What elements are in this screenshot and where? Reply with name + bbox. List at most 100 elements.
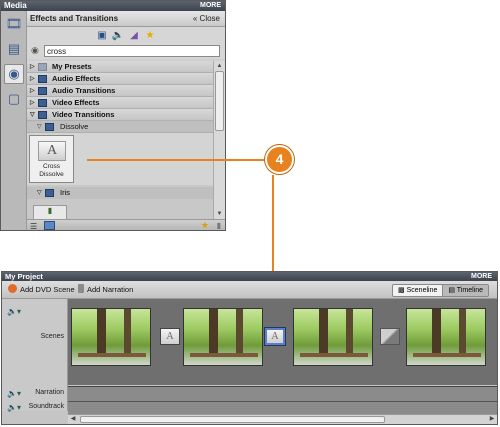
cross-dissolve-thumbnail[interactable]: A Cross Dissolve (29, 135, 74, 183)
scene-clip[interactable] (406, 308, 486, 366)
panel-title: Effects and Transitions (30, 14, 119, 23)
close-button[interactable]: « Close (193, 11, 220, 27)
tree-item-iris[interactable]: ▽ Iris (27, 187, 213, 199)
tree-item-label: Audio Transitions (52, 86, 116, 95)
clip-image-detail (432, 309, 441, 354)
clip-image-detail (124, 309, 131, 357)
speaker-icon[interactable]: 🔈▾ (7, 403, 21, 412)
tree-item-label: Dissolve (60, 122, 89, 131)
tree-item-video-transitions[interactable]: ▽ Video Transitions (27, 109, 213, 121)
soundtrack-track[interactable] (68, 401, 497, 414)
effects-transitions-header: Effects and Transitions « Close (27, 11, 225, 27)
cross-dissolve-label: Cross Dissolve (39, 163, 64, 178)
project-title: My Project (5, 272, 43, 281)
dvd-scene-icon (8, 284, 17, 293)
list-view-icon[interactable]: ☰ (30, 222, 37, 230)
clip-image-detail (346, 309, 353, 357)
collapse-arrow-icon[interactable]: ▽ (37, 121, 42, 133)
scene-clip[interactable] (293, 308, 373, 366)
scroll-down-icon[interactable]: ▼ (214, 209, 225, 219)
project-icon[interactable]: ▤ (4, 39, 24, 59)
soundtrack-label: Soundtrack (28, 403, 64, 410)
disc-menu-icon[interactable]: ▢ (4, 89, 24, 109)
trash-icon[interactable]: ▮ (217, 221, 221, 230)
expand-arrow-icon[interactable]: ▷ (30, 73, 35, 85)
clip-image-detail (190, 353, 258, 357)
scroll-thumb[interactable] (215, 71, 224, 131)
add-dvd-scene-label: Add DVD Scene (20, 285, 75, 294)
thumbnail-view-icon[interactable] (44, 221, 55, 230)
clip-image-detail (78, 353, 146, 357)
project-scrollbar[interactable]: ◀ ▶ (68, 414, 497, 424)
scene-clip[interactable] (183, 308, 263, 366)
media-more-button[interactable]: MORE (200, 1, 221, 11)
preset-icon (38, 63, 47, 71)
project-toolbar: Add DVD Scene Add Narration ▩ Sceneline … (2, 281, 497, 299)
sceneline-label: Sceneline (406, 287, 438, 294)
tree-item-audio-transitions[interactable]: ▷ Audio Transitions (27, 85, 213, 97)
favorite-star-icon[interactable]: ★ (201, 220, 209, 230)
tree-item-label: Iris (60, 188, 70, 197)
media-footer: ☰ ★ ▮ (27, 219, 225, 230)
search-row: ◉ (27, 43, 225, 59)
clip-image-detail (319, 309, 328, 354)
video-effects-icon (38, 99, 47, 107)
transition-slot[interactable]: A (160, 328, 180, 345)
transition-filter-icon[interactable]: ◢ (129, 30, 139, 41)
tree-scrollbar[interactable]: ▲ ▼ (213, 61, 225, 219)
collapse-arrow-icon[interactable]: ▽ (30, 109, 35, 121)
filter-bar: ▣ 🔈 ◢ ★ (27, 27, 225, 43)
clip-image-detail (300, 353, 368, 357)
audio-effects-icon (38, 75, 47, 83)
tree-item-my-presets[interactable]: ▷ My Presets (27, 61, 213, 73)
sceneline-button[interactable]: ▩ Sceneline (393, 285, 443, 296)
media-left-toolbar: 🎞 ▤ ◉ ▢ (1, 11, 27, 230)
transition-glyph-icon: A (38, 141, 66, 161)
expand-arrow-icon[interactable]: ▷ (30, 61, 35, 73)
organizer-icon[interactable]: 🎞 (4, 14, 24, 34)
scroll-left-icon[interactable]: ◀ (68, 415, 78, 424)
video-filter-icon[interactable]: ▣ (97, 30, 107, 41)
iris-folder-icon (45, 189, 54, 197)
project-more-button[interactable]: MORE (471, 272, 492, 281)
expand-arrow-icon[interactable]: ▷ (30, 97, 35, 109)
video-transitions-icon (38, 111, 47, 119)
collapse-arrow-icon[interactable]: ▽ (37, 187, 42, 199)
search-icon: ◉ (31, 45, 39, 55)
dissolve-folder-icon (45, 123, 54, 131)
clip-image-detail (236, 309, 243, 357)
scroll-thumb[interactable] (80, 416, 385, 423)
scroll-up-icon[interactable]: ▲ (214, 61, 225, 71)
media-title: Media (4, 1, 27, 10)
speaker-icon[interactable]: 🔈▾ (7, 307, 21, 316)
track-labels: 🔈▾ Scenes 🔈▾ Narration 🔈▾ Soundtrack (2, 299, 68, 412)
callout-line-horizontal (87, 159, 267, 161)
scroll-right-icon[interactable]: ▶ (487, 415, 497, 424)
view-toggle: ▩ Sceneline ▤ Timeline (392, 284, 489, 297)
narration-track[interactable] (68, 386, 497, 401)
scene-clip[interactable] (71, 308, 151, 366)
add-narration-button[interactable]: Add Narration (78, 284, 133, 296)
clip-image-detail (413, 353, 481, 357)
tree-item-video-effects[interactable]: ▷ Video Effects (27, 97, 213, 109)
transition-slot-empty[interactable] (380, 328, 400, 345)
close-label: Close (199, 14, 220, 23)
tree-item-label: My Presets (52, 62, 92, 71)
speaker-icon[interactable]: 🔈▾ (7, 389, 21, 398)
iris-thumbnail-partial[interactable]: ▮ (33, 205, 67, 219)
favorite-star-icon[interactable]: ★ (145, 30, 155, 41)
timeline-label: Timeline (456, 287, 483, 294)
tree-item-audio-effects[interactable]: ▷ Audio Effects (27, 73, 213, 85)
narration-label: Narration (35, 389, 64, 396)
expand-arrow-icon[interactable]: ▷ (30, 85, 35, 97)
transition-slot-selected[interactable]: A (265, 328, 285, 345)
tree-item-dissolve[interactable]: ▽ Dissolve (27, 121, 213, 133)
audio-filter-icon[interactable]: 🔈 (112, 30, 124, 41)
timeline-button[interactable]: ▤ Timeline (442, 285, 488, 296)
add-dvd-scene-button[interactable]: Add DVD Scene (8, 284, 75, 296)
clip-image-detail (97, 309, 106, 354)
search-input[interactable] (44, 45, 220, 57)
clip-image-detail (209, 309, 218, 354)
edit-icon[interactable]: ◉ (4, 64, 24, 84)
audio-transitions-icon (38, 87, 47, 95)
